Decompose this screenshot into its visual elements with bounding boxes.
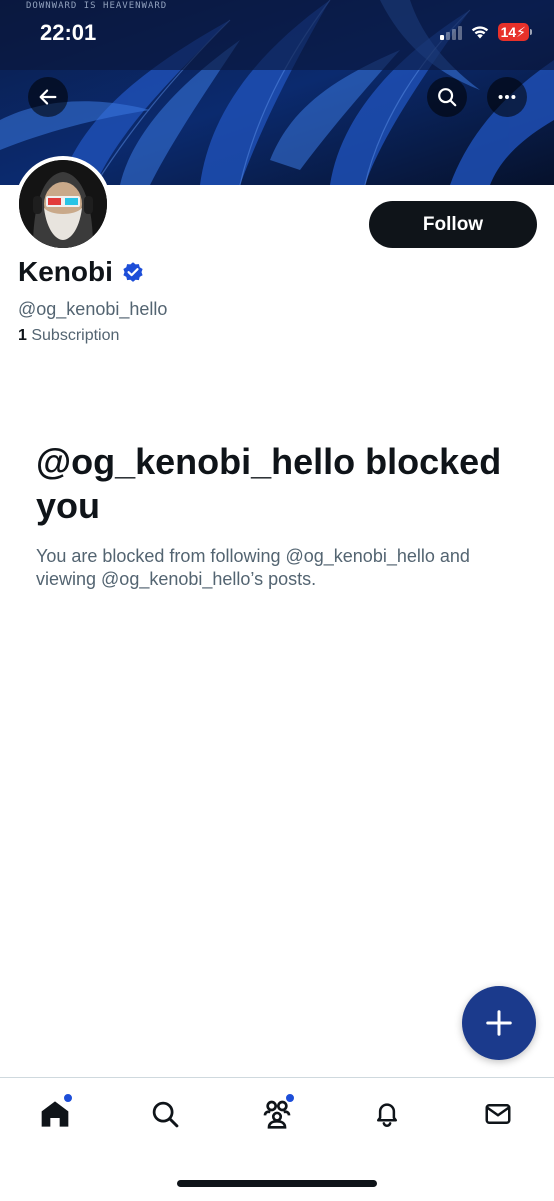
arrow-left-icon [39, 89, 57, 105]
blocked-description: You are blocked from following @og_kenob… [36, 546, 470, 589]
search-icon [438, 88, 457, 107]
wifi-icon [471, 26, 488, 39]
search-button[interactable] [427, 77, 467, 117]
home-indicator[interactable] [177, 1180, 377, 1187]
tab-home[interactable] [33, 1092, 77, 1136]
verified-badge-icon[interactable] [121, 260, 145, 284]
tab-notifications[interactable] [365, 1092, 409, 1136]
tab-communities[interactable] [255, 1092, 299, 1136]
more-options-button[interactable] [487, 77, 527, 117]
avatar-image [19, 160, 107, 248]
display-name-row: Kenobi [18, 256, 145, 288]
blocked-title: @og_kenobi_hello blocked you [36, 441, 502, 526]
tab-messages[interactable] [476, 1092, 520, 1136]
mail-icon [485, 1104, 511, 1124]
battery-icon: 14⚡ [497, 23, 532, 41]
bell-icon [377, 1103, 397, 1127]
communities-notification-dot [285, 1093, 295, 1103]
display-name: Kenobi [18, 256, 113, 287]
tab-explore[interactable] [143, 1092, 187, 1136]
battery-level: 14⚡ [497, 23, 529, 41]
status-icons: 14⚡ [439, 23, 532, 41]
compose-post-button[interactable] [462, 986, 536, 1060]
plus-icon [486, 1010, 512, 1036]
banner-caption: DOWNWARD IS HEAVENWARD [26, 1, 168, 11]
subscription-count: 1 [18, 327, 27, 344]
subscriptions-link[interactable]: 1 Subscription [18, 327, 119, 345]
follow-button[interactable]: Follow [369, 201, 537, 248]
status-time: 22:01 [40, 20, 97, 45]
more-horizontal-icon [498, 94, 516, 100]
home-notification-dot [63, 1093, 73, 1103]
profile-handle: @og_kenobi_hello [18, 299, 168, 319]
cellular-signal-icon [439, 24, 462, 40]
avatar[interactable] [15, 156, 111, 252]
subscription-label: Subscription [31, 327, 120, 344]
back-button[interactable] [28, 77, 68, 117]
search-icon [152, 1101, 179, 1128]
profile-banner[interactable]: DOWNWARD IS HEAVENWARD 22:01 14⚡ [0, 0, 554, 185]
